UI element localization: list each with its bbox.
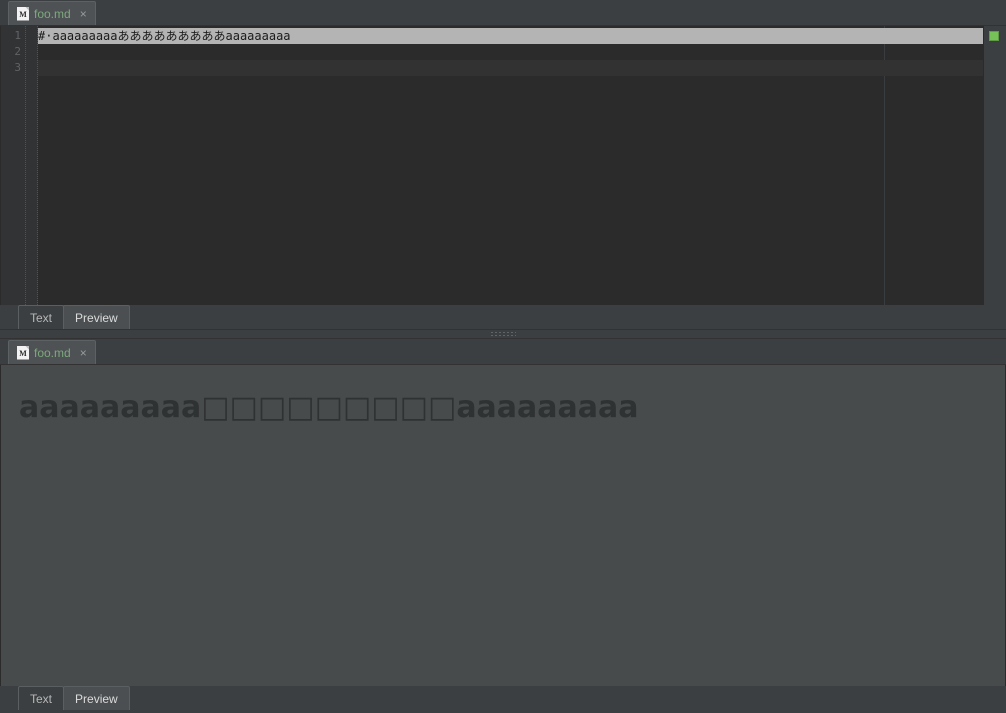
- editor-pane[interactable]: 1 2 3 #·aaaaaaaaaあああああああああaaaaaaaaa: [0, 26, 1006, 305]
- preview-heading-tofu: □□□□□□□□□: [201, 390, 457, 425]
- line-number-gutter: 1 2 3: [1, 26, 26, 305]
- editor-file-tab-foo-md[interactable]: M foo.md ×: [8, 1, 96, 25]
- editor-tab-label: foo.md: [34, 6, 71, 21]
- tab-text-editor[interactable]: Text: [18, 305, 65, 329]
- code-line-1[interactable]: #·aaaaaaaaaあああああああああaaaaaaaaa: [38, 28, 983, 44]
- close-icon[interactable]: ×: [78, 8, 89, 20]
- markdown-file-icon: M: [17, 6, 29, 21]
- close-icon[interactable]: ×: [78, 347, 89, 359]
- preview-content: aaaaaaaaa□□□□□□□□□aaaaaaaaa: [1, 365, 1005, 425]
- code-line-3[interactable]: [38, 60, 983, 76]
- inspection-status-marker-icon[interactable]: [989, 31, 999, 41]
- code-text-area[interactable]: #·aaaaaaaaaあああああああああaaaaaaaaa: [38, 26, 983, 305]
- tab-text-preview[interactable]: Text: [18, 686, 65, 710]
- markdown-file-icon: M: [17, 345, 29, 360]
- code-folding-strip[interactable]: [26, 26, 38, 305]
- code-line-1-space-dot: ·: [45, 28, 53, 44]
- preview-tab-label: foo.md: [34, 345, 71, 360]
- line-number: 3: [14, 61, 21, 74]
- markdown-editor-window: M foo.md × 1 2 3 #·aaaaaaaaaあああああああああaaa…: [0, 0, 1006, 713]
- code-line-1-text: aaaaaaaaaあああああああああaaaaaaaaa: [52, 28, 291, 44]
- drag-handle-icon[interactable]: [490, 331, 516, 337]
- editor-right-gutter-scrollbar[interactable]: [983, 26, 1006, 305]
- preview-file-tab-foo-md[interactable]: M foo.md ×: [8, 340, 96, 364]
- tab-preview-editor[interactable]: Preview: [63, 305, 130, 329]
- editor-tabbar: M foo.md ×: [0, 0, 1006, 26]
- tab-preview-preview[interactable]: Preview: [63, 686, 130, 710]
- preview-tabbar: M foo.md ×: [0, 339, 1006, 365]
- code-line-1-hash: #: [38, 28, 46, 44]
- code-line-1-selection-tail: [290, 28, 983, 44]
- pane-splitter[interactable]: [0, 329, 1006, 339]
- preview-heading-suffix: aaaaaaaaa: [456, 390, 639, 425]
- line-number: 1: [14, 29, 21, 42]
- editor-mode-tabbar: Text Preview: [0, 305, 1006, 329]
- markdown-file-icon-letter: M: [19, 348, 27, 358]
- preview-heading-prefix: aaaaaaaaa: [19, 390, 202, 425]
- line-number: 2: [14, 45, 21, 58]
- preview-mode-tabbar: Text Preview: [0, 686, 1006, 710]
- markdown-file-icon-letter: M: [19, 9, 27, 19]
- markdown-preview-pane[interactable]: aaaaaaaaa□□□□□□□□□aaaaaaaaa: [0, 365, 1006, 686]
- code-line-2[interactable]: [38, 44, 983, 60]
- preview-heading: aaaaaaaaa□□□□□□□□□aaaaaaaaa: [19, 391, 987, 425]
